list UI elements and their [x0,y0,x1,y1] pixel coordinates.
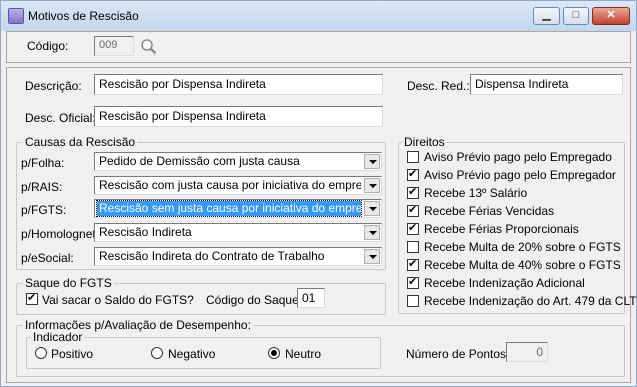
direitos-checkbox-label: Recebe Multa de 40% sobre o FGTS [424,258,621,272]
fgts-select[interactable]: Rescisão sem justa causa por iniciativa … [94,199,382,218]
rais-label: p/RAIS: [21,180,63,194]
radio-neutro-label: Neutro [285,347,322,361]
direitos-checkbox-label: Recebe Férias Proporcionais [424,222,579,236]
search-icon[interactable]: ? [139,37,159,57]
maximize-button[interactable]: □ [563,7,589,25]
codigo-label: Código: [27,39,69,53]
desc-red-label: Desc. Red.: [407,79,470,93]
direitos-checkbox[interactable] [407,257,419,271]
folha-select[interactable]: Pedido de Demissão com justa causa [94,152,382,171]
direitos-checkbox[interactable] [407,295,419,307]
chevron-down-icon[interactable] [364,201,380,216]
direitos-checkbox-label: Aviso Prévio pago pelo Empregado [424,150,612,164]
direitos-checkbox[interactable] [407,167,419,181]
codigo-input[interactable]: 009 [94,36,134,56]
indicador-title: Indicador [31,330,85,344]
descricao-label: Descrição: [25,79,82,93]
direitos-checkbox[interactable] [407,151,419,163]
fgts-value: Rescisão sem justa causa por iniciativa … [96,200,362,217]
radio-neutro[interactable] [268,347,280,359]
saque-checkbox[interactable] [26,291,38,305]
codigo-saque-label: Código do Saque: [206,293,303,307]
desc-oficial-input[interactable]: Rescisão por Dispensa Indireta [94,106,383,127]
main-window: Motivos de Rescisão ▁ □ ✕ Código: 009 ? … [0,0,637,387]
desc-oficial-label: Desc. Oficial: [25,111,96,125]
radio-negativo[interactable] [151,347,163,359]
direitos-checkbox[interactable] [407,203,419,217]
rais-select[interactable]: Rescisão com justa causa por iniciativa … [94,176,382,195]
direitos-checkbox-label: Recebe Férias Vencidas [424,204,555,218]
pontos-input[interactable]: 0 [506,342,548,362]
desc-red-input[interactable]: Dispensa Indireta [470,74,623,95]
direitos-checkbox[interactable] [407,241,419,253]
svg-text:?: ? [153,50,157,57]
rais-value: Rescisão com justa causa por iniciativa … [99,178,361,192]
folha-label: p/Folha: [21,156,65,170]
chevron-down-icon[interactable] [364,249,380,264]
saque-checkbox-label: Vai sacar o Saldo do FGTS? [42,293,194,307]
causas-title: Causas da Rescisão [23,135,138,149]
window-title: Motivos de Rescisão [28,9,139,23]
folha-value: Pedido de Demissão com justa causa [99,154,300,168]
direitos-checkbox-label: Recebe Multa de 20% sobre o FGTS [424,240,621,254]
title-bar[interactable]: Motivos de Rescisão ▁ □ ✕ [1,1,636,31]
saque-title: Saque do FGTS [23,276,114,290]
direitos-checkbox-label: Recebe Indenização do Art. 479 da CLT [424,294,637,308]
chevron-down-icon[interactable] [364,154,380,169]
close-button[interactable]: ✕ [592,7,630,25]
fgts-label: p/FGTS: [21,203,67,217]
esocial-label: p/eSocial: [21,251,74,265]
direitos-checkbox-label: Recebe 13º Salário [424,186,528,200]
homolognet-value: Rescisão Indireta [99,225,192,239]
direitos-checkbox-label: Recebe Indenização Adicional [424,276,585,290]
descricao-input[interactable]: Rescisão por Dispensa Indireta [94,74,383,95]
direitos-title: Direitos [402,135,447,149]
minimize-button[interactable]: ▁ [533,7,560,25]
radio-positivo-label: Positivo [51,347,94,361]
homolognet-select[interactable]: Rescisão Indireta [94,223,382,242]
homolognet-label: p/Homolognet: [21,227,100,241]
app-icon [8,8,24,24]
radio-positivo[interactable] [35,347,47,359]
pontos-label: Número de Pontos : [406,347,513,361]
direitos-checkbox[interactable] [407,221,419,235]
esocial-select[interactable]: Rescisão Indireta do Contrato de Trabalh… [94,247,382,266]
direitos-checkbox[interactable] [407,185,419,199]
codigo-saque-input[interactable]: 01 [297,288,325,308]
chevron-down-icon[interactable] [364,178,380,193]
esocial-value: Rescisão Indireta do Contrato de Trabalh… [99,249,325,263]
direitos-checkbox-label: Aviso Prévio pago pelo Empregador [424,168,616,182]
direitos-checkbox[interactable] [407,275,419,289]
chevron-down-icon[interactable] [364,225,380,240]
radio-negativo-label: Negativo [168,347,216,361]
